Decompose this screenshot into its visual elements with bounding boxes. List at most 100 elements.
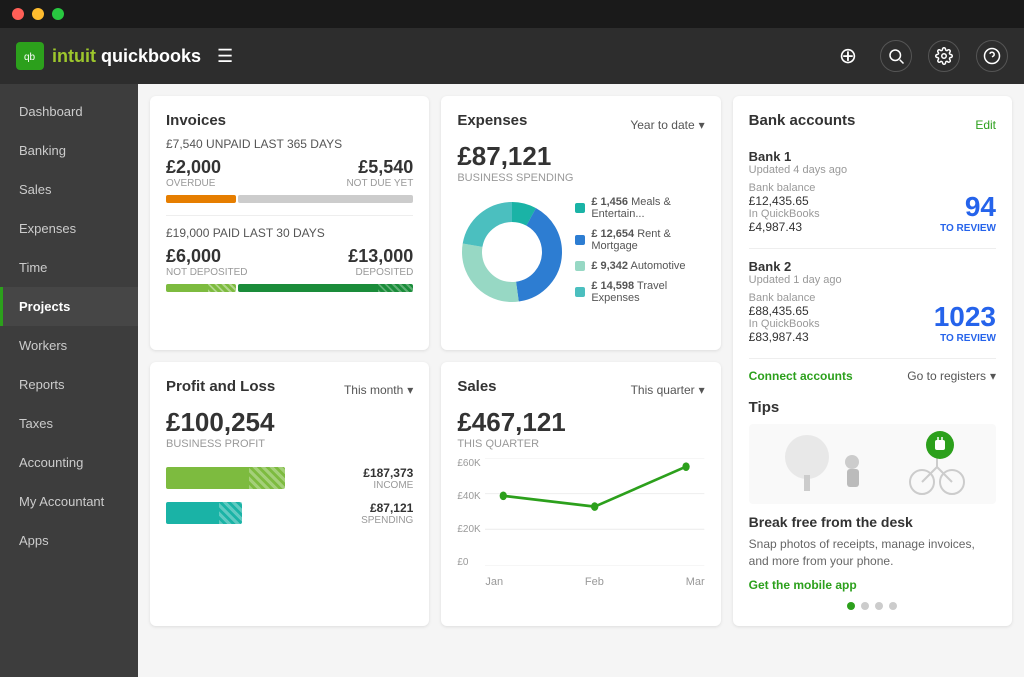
sidebar-item-taxes[interactable]: Taxes xyxy=(0,404,138,443)
pl-sub: BUSINESS PROFIT xyxy=(166,438,413,450)
legend-dot xyxy=(575,261,585,271)
review-section: 94 TO REVIEW xyxy=(940,191,996,234)
sidebar-item-apps[interactable]: Apps xyxy=(0,521,138,560)
edit-button[interactable]: Edit xyxy=(975,118,996,132)
close-button[interactable] xyxy=(12,8,24,20)
bank-updated: Updated 4 days ago xyxy=(749,164,996,176)
not-deposited-bar xyxy=(166,284,236,292)
sales-header: Sales This quarter ▾ xyxy=(457,378,704,403)
bank-card-header: Bank accounts Edit xyxy=(749,112,996,137)
sales-y-axis: £60K £40K £20K £0 xyxy=(457,458,480,588)
balance-val: £88,435.65 xyxy=(749,304,820,318)
sidebar-item-banking[interactable]: Banking xyxy=(0,131,138,170)
bank-accounts-card: Bank accounts Edit Bank 1 Updated 4 days… xyxy=(733,96,1012,626)
bank-footer: Connect accounts Go to registers ▾ xyxy=(749,369,996,383)
expenses-card: Expenses Year to date ▾ £87,121 BUSINESS… xyxy=(441,96,720,350)
intuit-logo-svg: qb xyxy=(20,46,40,66)
tips-dot-3[interactable] xyxy=(875,602,883,610)
invoices-card: Invoices £7,540 UNPAID LAST 365 DAYS £2,… xyxy=(150,96,429,350)
logo-text: intuit quickbooks xyxy=(52,46,201,67)
bank-accounts-title: Bank accounts xyxy=(749,112,856,129)
review-section: 1023 TO REVIEW xyxy=(934,301,996,344)
bank-inner-divider xyxy=(749,248,996,249)
balance-label: Bank balance xyxy=(749,182,820,194)
expenses-amount: £87,121 xyxy=(457,141,704,172)
main-content: Invoices £7,540 UNPAID LAST 365 DAYS £2,… xyxy=(138,84,1024,677)
profit-loss-card: Profit and Loss This month ▾ £100,254 BU… xyxy=(150,362,429,626)
income-bar xyxy=(166,467,285,489)
sidebar-item-projects[interactable]: Projects xyxy=(0,287,138,326)
logo: qb intuit quickbooks xyxy=(16,42,201,70)
expenses-sub: BUSINESS SPENDING xyxy=(457,172,704,184)
deposited-row: £6,000 NOT DEPOSITED £13,000 DEPOSITED xyxy=(166,246,413,282)
bank-balances: Bank balance £88,435.65 In QuickBooks £8… xyxy=(749,292,996,344)
bank-divider xyxy=(749,358,996,359)
pl-amount: £100,254 xyxy=(166,407,413,438)
sales-card: Sales This quarter ▾ £467,121 THIS QUART… xyxy=(441,362,720,626)
sidebar-item-reports[interactable]: Reports xyxy=(0,365,138,404)
quickbooks-val: £83,987.43 xyxy=(749,330,820,344)
tips-card-title: Break free from the desk xyxy=(749,514,996,530)
help-icon[interactable] xyxy=(976,40,1008,72)
header-right: ⊕ xyxy=(832,40,1008,72)
bank-section-1: Bank 1 Updated 4 days ago Bank balance £… xyxy=(749,149,996,234)
sidebar-item-dashboard[interactable]: Dashboard xyxy=(0,92,138,131)
deposited-bar xyxy=(238,284,413,292)
sales-chart: £60K £40K £20K £0 xyxy=(457,458,704,588)
app-body: DashboardBankingSalesExpensesTimeProject… xyxy=(0,84,1024,677)
search-icon[interactable] xyxy=(880,40,912,72)
add-button[interactable]: ⊕ xyxy=(832,40,864,72)
legend-item: £ 9,342 Automotive xyxy=(575,260,704,272)
sidebar-item-expenses[interactable]: Expenses xyxy=(0,209,138,248)
settings-icon[interactable] xyxy=(928,40,960,72)
maximize-button[interactable] xyxy=(52,8,64,20)
sidebar-item-workers[interactable]: Workers xyxy=(0,326,138,365)
sidebar: DashboardBankingSalesExpensesTimeProject… xyxy=(0,84,138,677)
balance-val: £12,435.65 xyxy=(749,194,820,208)
not-due-bar xyxy=(238,195,413,203)
expenses-period-selector[interactable]: Year to date ▾ xyxy=(630,118,704,132)
expenses-donut xyxy=(457,197,567,312)
tips-dot-2[interactable] xyxy=(861,602,869,610)
invoice-divider xyxy=(166,215,413,216)
quickbooks-val: £4,987.43 xyxy=(749,220,820,234)
get-mobile-app-link[interactable]: Get the mobile app xyxy=(749,578,996,592)
review-number: 1023 xyxy=(934,301,996,333)
income-bar-row: £187,373 INCOME xyxy=(166,466,413,491)
sidebar-item-my-accountant[interactable]: My Accountant xyxy=(0,482,138,521)
sidebar-item-accounting[interactable]: Accounting xyxy=(0,443,138,482)
tips-title: Tips xyxy=(749,399,996,416)
tips-card-desc: Snap photos of receipts, manage invoices… xyxy=(749,536,996,570)
quickbooks-label: In QuickBooks xyxy=(749,208,820,220)
sidebar-item-time[interactable]: Time xyxy=(0,248,138,287)
legend-dot xyxy=(575,235,585,245)
sales-amount: £467,121 xyxy=(457,407,704,438)
overdue-progress-bar xyxy=(166,195,413,203)
bank-section-2: Bank 2 Updated 1 day ago Bank balance £8… xyxy=(749,259,996,344)
tips-dot-4[interactable] xyxy=(889,602,897,610)
spending-bar-row: £87,121 SPENDING xyxy=(166,501,413,526)
unpaid-label: £7,540 UNPAID LAST 365 DAYS xyxy=(166,137,413,151)
sales-sub: THIS QUARTER xyxy=(457,438,704,450)
bank-name: Bank 2 xyxy=(749,259,996,274)
not-due-amount: £5,540 NOT DUE YET xyxy=(346,157,413,193)
pl-period-selector[interactable]: This month ▾ xyxy=(344,383,413,397)
review-label: TO REVIEW xyxy=(940,223,996,234)
sidebar-item-sales[interactable]: Sales xyxy=(0,170,138,209)
expenses-title: Expenses xyxy=(457,112,527,129)
svg-text:qb: qb xyxy=(24,52,36,63)
sales-period-selector[interactable]: This quarter ▾ xyxy=(631,383,705,397)
expenses-legend: £ 1,456 Meals & Entertain...£ 12,654 Ren… xyxy=(575,196,704,312)
overdue-row: £2,000 OVERDUE £5,540 NOT DUE YET xyxy=(166,157,413,193)
tips-dots xyxy=(749,602,996,610)
tips-dot-1[interactable] xyxy=(847,602,855,610)
expenses-content: £ 1,456 Meals & Entertain...£ 12,654 Ren… xyxy=(457,196,704,312)
hamburger-icon[interactable]: ☰ xyxy=(217,46,233,67)
review-label: TO REVIEW xyxy=(934,333,996,344)
header: qb intuit quickbooks ☰ ⊕ xyxy=(0,28,1024,84)
legend-dot xyxy=(575,203,585,213)
go-to-registers-link[interactable]: Go to registers ▾ xyxy=(907,369,996,383)
minimize-button[interactable] xyxy=(32,8,44,20)
connect-accounts-link[interactable]: Connect accounts xyxy=(749,369,853,383)
pl-bars: £187,373 INCOME £87,121 SPENDING xyxy=(166,466,413,526)
